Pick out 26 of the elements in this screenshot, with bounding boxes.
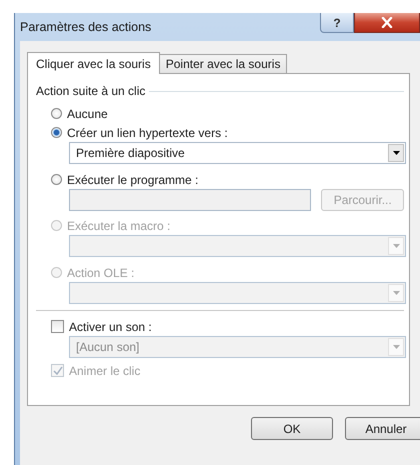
- caret-icon: [392, 151, 400, 155]
- radio-label: Action OLE :: [67, 266, 134, 280]
- dialog-button[interactable]: OK: [251, 417, 333, 440]
- caret-icon: [392, 345, 400, 349]
- radio-label: Aucune: [67, 106, 108, 120]
- radio-label: Exécuter le programme :: [67, 172, 198, 186]
- group-title: Action suite à un clic: [36, 84, 146, 98]
- window-title: Paramètres des actions: [20, 20, 152, 34]
- dialog-button[interactable]: Annuler: [345, 417, 420, 440]
- caret-icon: [392, 244, 400, 248]
- close-icon: [381, 17, 393, 28]
- radio-button[interactable]: [51, 108, 62, 119]
- tab[interactable]: Cliquer avec la souris: [27, 52, 160, 74]
- checkbox-label: Activer un son :: [69, 320, 152, 334]
- radio-label: Exécuter la macro :: [67, 218, 170, 232]
- checkbox[interactable]: [51, 320, 64, 333]
- tab[interactable]: Pointer avec la souris: [158, 54, 288, 73]
- help-button[interactable]: ?: [320, 13, 354, 33]
- radio-button[interactable]: [51, 127, 62, 138]
- dropdown[interactable]: Première diapositive: [69, 142, 406, 164]
- check-icon: [52, 366, 62, 375]
- radio-label: Créer un lien hypertexte vers :: [67, 126, 228, 140]
- radio-button[interactable]: [51, 174, 62, 185]
- checkbox-label: Animer le clic: [69, 364, 140, 378]
- close-button[interactable]: [354, 13, 420, 33]
- caret-icon: [392, 291, 400, 295]
